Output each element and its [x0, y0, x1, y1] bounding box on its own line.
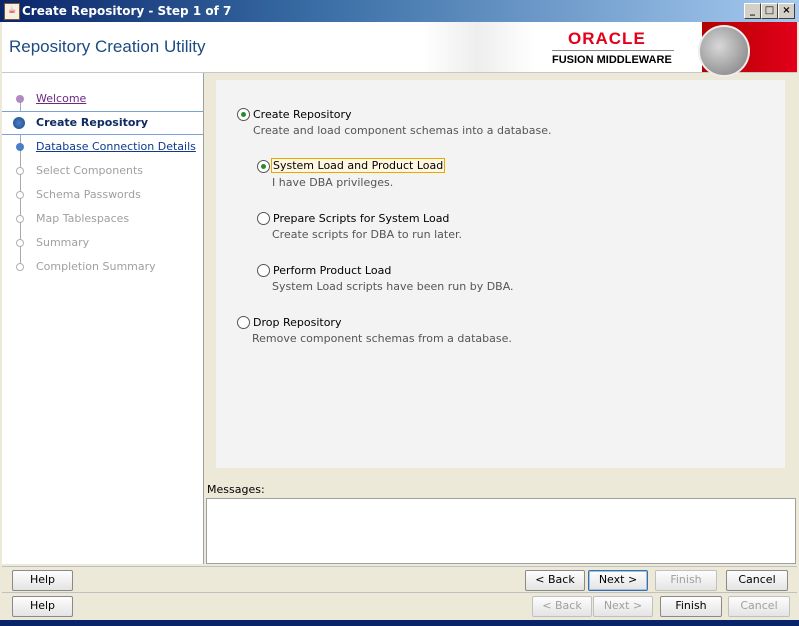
logo-divider — [552, 50, 674, 51]
step-pending-icon — [16, 239, 24, 247]
back-button-secondary[interactable]: < Back — [532, 596, 592, 617]
prepare-scripts-desc: Create scripts for DBA to run later. — [272, 228, 462, 241]
step-select-components: Select Components — [2, 160, 203, 182]
perform-product-load-desc: System Load scripts have been run by DBA… — [272, 280, 514, 293]
step-next-icon — [16, 143, 24, 151]
perform-product-load-label[interactable]: Perform Product Load — [273, 264, 391, 277]
page-title: Repository Creation Utility — [9, 37, 206, 56]
step-database-connection[interactable]: Database Connection Details — [2, 136, 203, 158]
wizard-steps-nav: Welcome Create Repository Database Conne… — [2, 73, 204, 564]
prepare-scripts-radio[interactable] — [257, 212, 270, 225]
header-banner: Repository Creation Utility ORACLE FUSIO… — [2, 22, 797, 77]
taskbar-edge — [0, 620, 799, 626]
step-completion-summary: Completion Summary — [2, 256, 203, 278]
system-product-load-desc: I have DBA privileges. — [272, 176, 394, 189]
next-button-secondary[interactable]: Next > — [593, 596, 653, 617]
step-visited-icon — [16, 95, 24, 103]
step-label: Completion Summary — [36, 260, 156, 273]
java-app-icon: ☕ — [4, 3, 20, 20]
step-label: Select Components — [36, 164, 144, 177]
drop-repository-desc: Remove component schemas from a database… — [252, 332, 512, 345]
fusion-middleware-label: FUSION MIDDLEWARE — [552, 54, 672, 66]
system-product-load-radio[interactable] — [257, 160, 270, 173]
step-label[interactable]: Database Connection Details — [36, 140, 196, 153]
messages-area[interactable] — [206, 498, 796, 564]
step-pending-icon — [16, 263, 24, 271]
options-panel: Create Repository Create and load compon… — [216, 80, 785, 468]
create-repository-radio[interactable] — [237, 108, 250, 121]
messages-label: Messages: — [207, 483, 265, 496]
help-button-secondary[interactable]: Help — [12, 596, 73, 617]
step-current-icon — [13, 117, 25, 129]
back-button[interactable]: < Back — [525, 570, 585, 591]
drop-repository-label[interactable]: Drop Repository — [253, 316, 341, 329]
cancel-button[interactable]: Cancel — [726, 570, 788, 591]
step-label[interactable]: Welcome — [36, 92, 86, 105]
panel-splitter[interactable] — [206, 476, 796, 480]
step-label: Map Tablespaces — [36, 212, 130, 225]
step-label: Summary — [36, 236, 90, 249]
prepare-scripts-label[interactable]: Prepare Scripts for System Load — [273, 212, 449, 225]
step-create-repository[interactable]: Create Repository — [2, 111, 203, 135]
step-map-tablespaces: Map Tablespaces — [2, 208, 203, 230]
step-label: Create Repository — [36, 116, 149, 129]
create-repository-desc: Create and load component schemas into a… — [253, 124, 552, 137]
product-emblem-icon — [698, 25, 750, 77]
drop-repository-radio[interactable] — [237, 316, 250, 329]
button-bar-primary: Help < Back Next > Finish Cancel — [2, 566, 797, 593]
finish-button-secondary[interactable]: Finish — [660, 596, 722, 617]
button-bar-secondary: Help < Back Next > Finish Cancel — [2, 592, 797, 619]
step-pending-icon — [16, 191, 24, 199]
finish-button[interactable]: Finish — [655, 570, 717, 591]
cancel-button-secondary[interactable]: Cancel — [728, 596, 790, 617]
close-button[interactable]: × — [778, 3, 795, 19]
maximize-button[interactable]: □ — [761, 3, 778, 19]
help-button[interactable]: Help — [12, 570, 73, 591]
step-schema-passwords: Schema Passwords — [2, 184, 203, 206]
step-pending-icon — [16, 215, 24, 223]
window-title: Create Repository - Step 1 of 7 — [22, 4, 232, 18]
step-label: Schema Passwords — [36, 188, 141, 201]
step-summary: Summary — [2, 232, 203, 254]
title-bar[interactable]: ☕ Create Repository - Step 1 of 7 _ □ × — [0, 0, 799, 22]
oracle-logo: ORACLE — [568, 29, 646, 48]
minimize-button[interactable]: _ — [744, 3, 761, 19]
step-pending-icon — [16, 167, 24, 175]
perform-product-load-radio[interactable] — [257, 264, 270, 277]
system-product-load-label[interactable]: System Load and Product Load — [271, 158, 446, 173]
rcu-window: ☕ Create Repository - Step 1 of 7 _ □ × … — [0, 0, 799, 626]
create-repository-label[interactable]: Create Repository — [253, 108, 352, 121]
next-button[interactable]: Next > — [588, 570, 648, 591]
step-welcome[interactable]: Welcome — [2, 88, 203, 110]
